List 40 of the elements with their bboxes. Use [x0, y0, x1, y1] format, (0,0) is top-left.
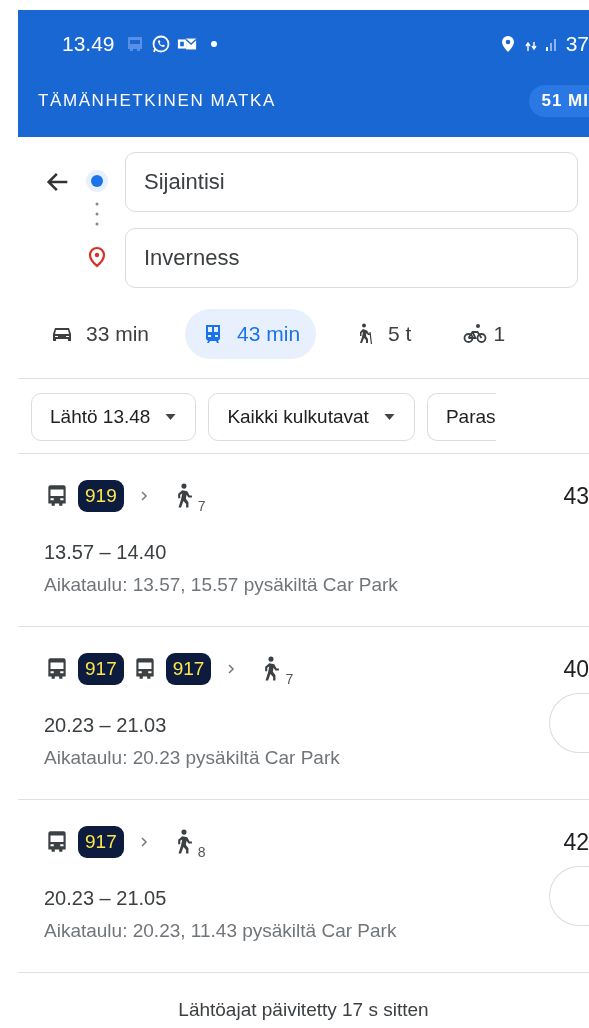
trip-title: TÄMÄNHETKINEN MATKA [38, 91, 276, 111]
chevron-icon [227, 663, 236, 675]
travel-mode-tab[interactable]: 43 min [185, 308, 317, 359]
bus-line-number: 919 [78, 480, 124, 512]
duration-badge[interactable]: 51 MI [529, 85, 589, 117]
route-schedule: Aikataulu: 13.57, 15.57 pysäkiltä Car Park [44, 574, 399, 596]
caret-icon [382, 413, 396, 421]
travel-mode-tab[interactable]: 33 min [50, 308, 166, 359]
route-duration: 42 [563, 828, 589, 856]
update-note: Lähtöajat päivitetty 17 s sitten [177, 998, 430, 1021]
route-duration: 43 [563, 482, 589, 510]
chat-icon [150, 34, 171, 54]
chevron-icon [139, 836, 148, 848]
walk-minutes: 7 [285, 671, 294, 687]
route-times: 20.23 – 21.03 [44, 714, 168, 737]
battery-level: 37 [565, 32, 589, 56]
chevron-icon [139, 490, 148, 502]
bus-line-number: 917 [165, 653, 212, 685]
route-schedule: Aikataulu: 20.23 pysäkiltä Car Park [44, 747, 341, 769]
bus-line-number: 917 [78, 826, 124, 858]
bicycle-icon [463, 321, 488, 346]
dotted-line-icon [95, 201, 99, 227]
bus-line-number: 917 [78, 653, 124, 685]
route-schedule: Aikataulu: 20.23, 11.43 pysäkiltä Car Park [44, 920, 398, 942]
filter-chip[interactable]: Lähtö 13.48 [31, 393, 197, 441]
filter-chip[interactable]: Paras [426, 393, 496, 441]
destination-field[interactable]: Inverness [125, 228, 578, 288]
origin-field[interactable]: Sijaintisi [125, 152, 578, 212]
origin-dot-icon [85, 169, 109, 193]
route-times: 20.23 – 21.05 [44, 887, 168, 910]
travel-mode-tab[interactable]: 1 [447, 308, 506, 359]
route-times: 13.57 – 14.40 [44, 541, 168, 564]
filter-chip[interactable]: Kaikki kulkutavat [208, 393, 415, 441]
travel-mode-tab[interactable]: 5 t [336, 308, 428, 359]
status-time: 13.49 [62, 32, 115, 56]
notification-dot [210, 41, 217, 47]
walk-minutes: 7 [197, 498, 206, 514]
walk-minutes: 8 [197, 844, 206, 860]
route-duration: 40 [563, 655, 589, 683]
caret-icon [164, 413, 178, 421]
